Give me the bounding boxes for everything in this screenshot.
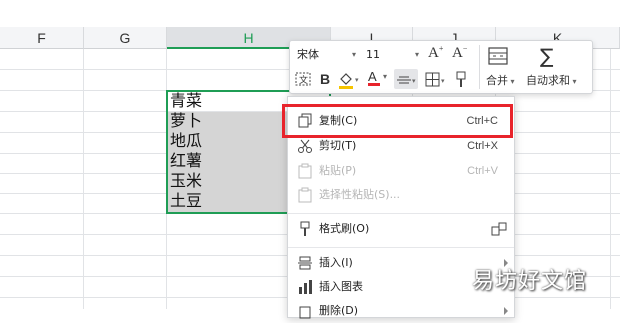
mini-toolbar: 宋体 ▾ 11 ▾ A+ A− 合并 ▾ ∑ 自动求和 ▾ 文 B ▾ A ▾ … xyxy=(289,40,593,94)
pin-icon[interactable] xyxy=(490,221,508,237)
menu-item-shortcut: Ctrl+V xyxy=(467,165,498,177)
insert-icon xyxy=(298,256,312,270)
font-size-value: 11 xyxy=(366,48,380,61)
scissors-icon xyxy=(298,139,312,153)
brush-svg xyxy=(456,71,466,87)
border-grid-icon: ▾ xyxy=(425,72,445,87)
menu-item-paste-special[interactable]: 选择性粘贴(S)... xyxy=(288,183,514,207)
chart-icon xyxy=(299,280,312,294)
paste-special-icon xyxy=(298,187,312,203)
font-color-letter: A xyxy=(368,69,377,84)
toolbar-divider xyxy=(479,45,480,89)
menu-divider xyxy=(288,213,514,214)
fill-color-button[interactable]: ▾ xyxy=(338,71,362,92)
menu-item-label: 复制(C) xyxy=(319,114,358,127)
font-color-button[interactable]: A xyxy=(368,69,380,86)
paint-bucket-icon: ▾ xyxy=(339,73,359,89)
paste-icon xyxy=(298,163,312,179)
grid-line xyxy=(83,49,84,309)
menu-item-paste[interactable]: 粘贴(P) Ctrl+V xyxy=(288,159,514,183)
menu-item-label: 粘贴(P) xyxy=(319,164,357,177)
menu-item-shortcut: Ctrl+X xyxy=(467,140,498,152)
svg-text:▾: ▾ xyxy=(355,76,359,84)
menu-item-format-painter[interactable]: 格式刷(O) xyxy=(288,217,514,241)
increase-font-icon[interactable]: A+ xyxy=(428,44,443,62)
column-header-f[interactable]: F xyxy=(0,27,84,49)
menu-item-label: 插入图表 xyxy=(319,280,363,293)
font-name-value: 宋体 xyxy=(297,48,319,61)
bold-button[interactable]: B xyxy=(320,71,330,87)
copy-icon xyxy=(298,113,312,128)
format-brush-icon xyxy=(300,221,310,236)
svg-text:▾: ▾ xyxy=(412,77,416,85)
merge-icon xyxy=(488,47,508,65)
chevron-down-icon: ▾ xyxy=(351,50,356,59)
decrease-font-icon[interactable]: A− xyxy=(452,44,467,62)
border-button[interactable]: ▾ xyxy=(425,71,449,92)
chevron-down-icon: ▾ xyxy=(414,50,419,59)
format-brush-icon[interactable] xyxy=(453,71,469,92)
font-size-select[interactable]: 11 ▾ xyxy=(363,46,423,64)
menu-item-label: 插入(I) xyxy=(319,256,353,269)
merge-label[interactable]: 合并 ▾ xyxy=(486,72,515,88)
menu-divider xyxy=(288,247,514,248)
text-wrap-icon[interactable]: 文 xyxy=(295,71,311,90)
grid-line xyxy=(610,49,611,309)
autosum-button[interactable]: 自动求和 ▾ xyxy=(526,72,577,88)
column-header-g[interactable]: G xyxy=(84,27,167,49)
menu-item-cut[interactable]: 剪切(T) Ctrl+X xyxy=(288,134,514,158)
font-name-select[interactable]: 宋体 ▾ xyxy=(294,46,360,64)
menu-item-shortcut: Ctrl+C xyxy=(466,115,498,127)
menu-item-label: 选择性粘贴(S)... xyxy=(319,188,401,201)
menu-item-delete[interactable]: 删除(D) xyxy=(288,299,514,323)
svg-text:文: 文 xyxy=(299,74,308,86)
align-center-icon: ▾ xyxy=(397,76,416,85)
menu-item-copy[interactable]: 复制(C) Ctrl+C xyxy=(288,109,514,133)
menu-item-label: 删除(D) xyxy=(319,304,359,317)
delete-icon xyxy=(299,306,311,319)
merge-label-text: 合并 xyxy=(486,74,508,87)
chevron-down-icon[interactable]: ▾ xyxy=(383,72,387,81)
autosum-label-text: 自动求和 xyxy=(526,74,570,87)
watermark-text: 易坊好文馆 xyxy=(472,269,588,294)
merge-button[interactable] xyxy=(488,47,508,68)
text-wrap-svg: 文 xyxy=(295,72,311,86)
menu-item-label: 剪切(T) xyxy=(319,139,357,152)
submenu-arrow-icon xyxy=(504,307,508,315)
sigma-icon[interactable]: ∑ xyxy=(540,44,553,68)
menu-item-label: 格式刷(O) xyxy=(319,222,370,235)
align-button[interactable]: ▾ xyxy=(394,69,418,89)
svg-text:▾: ▾ xyxy=(441,77,445,85)
